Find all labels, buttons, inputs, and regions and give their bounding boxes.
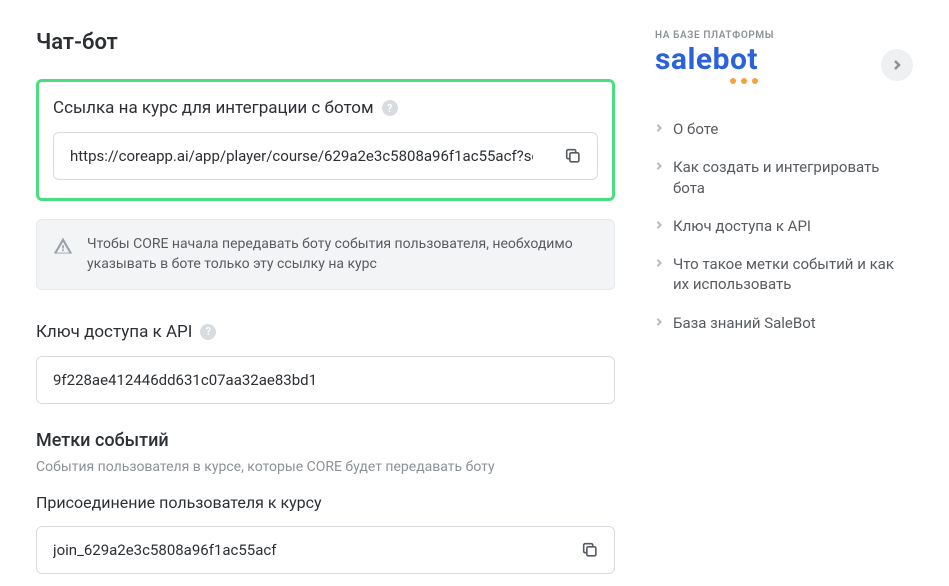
sidebar-item-events[interactable]: Что такое метки событий и как их использ…: [655, 245, 913, 304]
events-title: Метки событий: [36, 430, 615, 451]
chevron-right-icon: [655, 124, 663, 132]
brand-row: salebot: [655, 45, 913, 84]
main-content: Чат-бот Ссылка на курс для интеграции с …: [36, 30, 615, 556]
api-key-input-row: [36, 356, 615, 404]
help-icon[interactable]: ?: [200, 324, 216, 340]
chevron-right-icon: [655, 162, 663, 170]
help-icon[interactable]: ?: [382, 100, 398, 116]
chevron-right-icon: [655, 221, 663, 229]
chevron-right-icon: [655, 259, 663, 267]
page-title: Чат-бот: [36, 30, 615, 55]
events-desc: События пользователя в курсе, которые CO…: [36, 459, 615, 475]
platform-label: НА БАЗЕ ПЛАТФОРМЫ: [655, 30, 913, 41]
copy-join-button[interactable]: [566, 527, 614, 573]
api-key-label: Ключ доступа к API ?: [36, 322, 216, 342]
sidebar-item-create[interactable]: Как создать и интегрировать бота: [655, 148, 913, 207]
chevron-right-icon: [892, 60, 902, 70]
sidebar: НА БАЗЕ ПЛАТФОРМЫ salebot О боте Как соз…: [655, 30, 913, 556]
warning-icon: [53, 236, 73, 256]
events-section: Метки событий События пользователя в кур…: [36, 430, 615, 574]
sidebar-item-kb[interactable]: База знаний SaleBot: [655, 304, 913, 342]
info-alert: Чтобы CORE начала передавать боту событи…: [36, 219, 615, 290]
course-link-label: Ссылка на курс для интеграции с ботом ?: [53, 98, 398, 118]
brand-logo: salebot: [655, 45, 758, 84]
copy-course-link-button[interactable]: [549, 133, 597, 179]
course-link-input[interactable]: [54, 133, 549, 179]
brand-dots: [655, 78, 758, 84]
api-key-section: Ключ доступа к API ?: [36, 322, 615, 404]
chevron-right-icon: [655, 318, 663, 326]
sidebar-item-about[interactable]: О боте: [655, 110, 913, 148]
sidebar-nav: О боте Как создать и интегрировать бота …: [655, 110, 913, 342]
sidebar-item-apikey[interactable]: Ключ доступа к API: [655, 207, 913, 245]
alert-text: Чтобы CORE начала передавать боту событи…: [87, 234, 598, 275]
course-link-input-row: [53, 132, 598, 180]
copy-icon: [581, 541, 599, 559]
api-key-input[interactable]: [37, 357, 614, 403]
join-event-input[interactable]: [37, 527, 566, 573]
join-input-row: [36, 526, 615, 574]
join-label: Присоединение пользователя к курсу: [36, 493, 615, 512]
brand-go-button[interactable]: [881, 49, 913, 81]
copy-icon: [564, 147, 582, 165]
course-link-highlight: Ссылка на курс для интеграции с ботом ?: [36, 79, 615, 201]
